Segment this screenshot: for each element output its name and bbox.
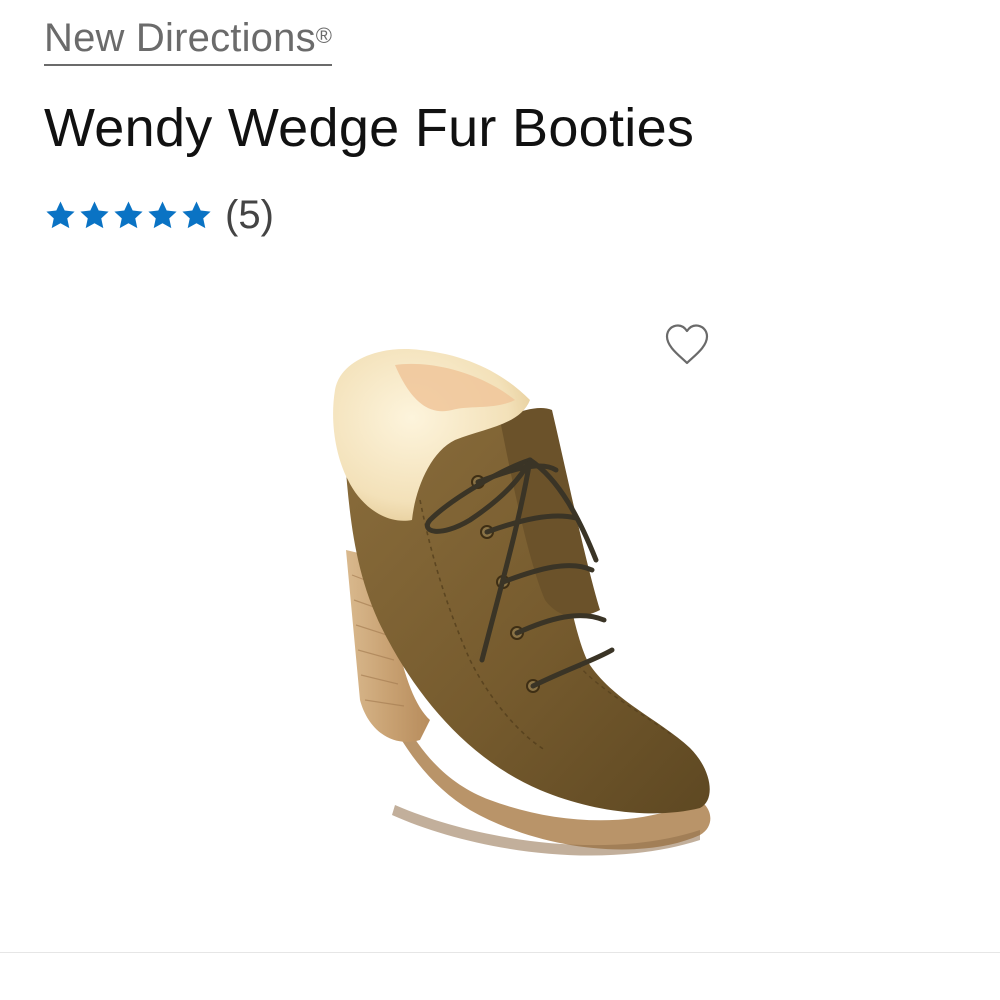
wishlist-heart-icon[interactable] xyxy=(663,322,711,368)
star-icon xyxy=(46,200,75,228)
brand-name[interactable]: New Directions xyxy=(44,16,316,60)
product-image-boot[interactable] xyxy=(300,300,740,920)
star-icon xyxy=(148,200,177,228)
star-icon xyxy=(182,200,211,228)
product-title: Wendy Wedge Fur Booties xyxy=(44,98,695,158)
section-divider xyxy=(0,952,1000,953)
registered-mark: ® xyxy=(315,23,333,48)
review-count[interactable]: (5) xyxy=(225,190,274,240)
star-icon xyxy=(114,200,143,228)
star-rating xyxy=(44,199,213,232)
brand-link[interactable]: New Directions® xyxy=(44,14,333,66)
rating-summary[interactable]: (5) xyxy=(44,190,274,240)
star-icon xyxy=(80,200,109,228)
